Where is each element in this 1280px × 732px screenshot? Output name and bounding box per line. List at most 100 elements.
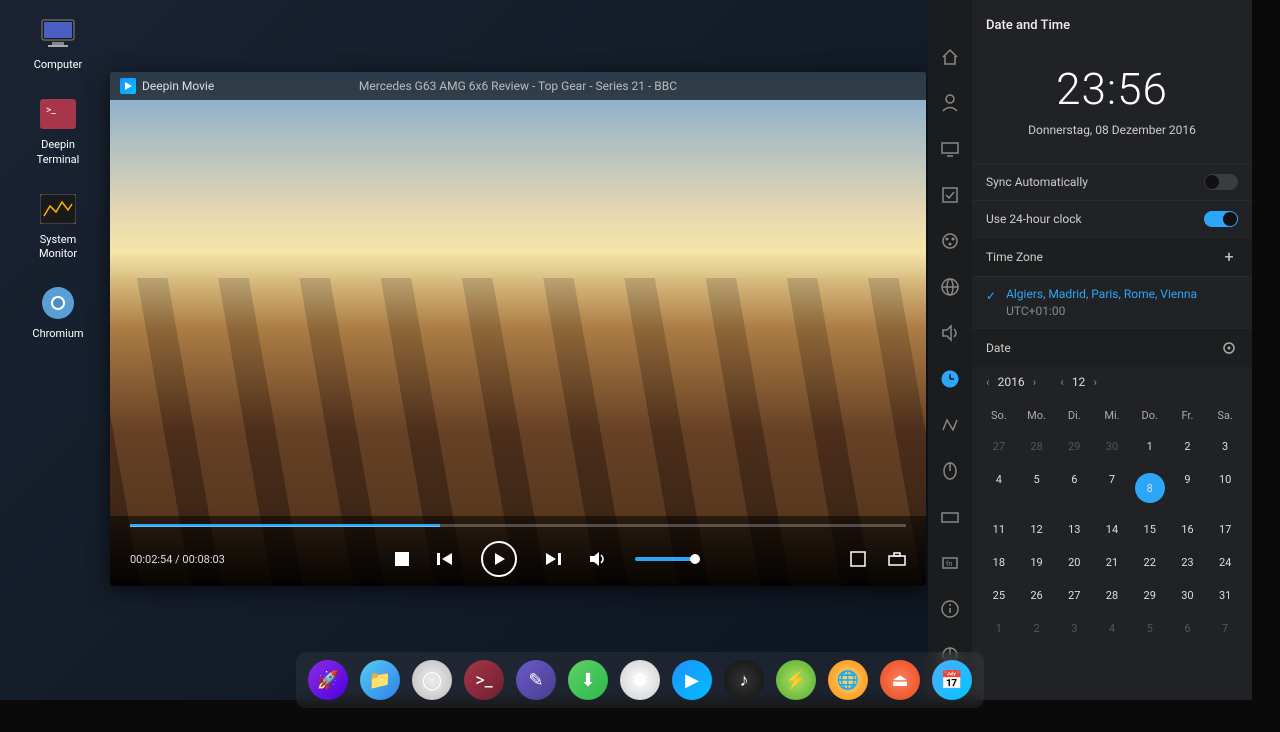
dock-item-launcher[interactable]: 🚀 [308, 660, 348, 700]
dock-item-screenshot[interactable]: ✎ [516, 660, 556, 700]
calendar-day[interactable]: 1 [980, 612, 1018, 645]
mouse-icon[interactable] [939, 460, 961, 482]
calendar-day[interactable]: 1 [1131, 430, 1169, 463]
dock-item-chromium[interactable]: ◯ [412, 660, 452, 700]
calendar-day[interactable]: 24 [1206, 546, 1244, 579]
dock-item-browser[interactable]: 🌐 [828, 660, 868, 700]
fullscreen-button[interactable] [850, 551, 866, 567]
calendar-day[interactable]: 18 [980, 546, 1018, 579]
calendar-day[interactable]: 3 [1206, 430, 1244, 463]
date-settings-button[interactable] [1220, 339, 1238, 357]
next-button[interactable] [545, 551, 561, 567]
calendar-day[interactable]: 4 [1093, 612, 1131, 645]
terminal-icon: >_ [36, 96, 80, 132]
calendar-day[interactable]: 19 [1018, 546, 1056, 579]
prev-button[interactable] [437, 551, 453, 567]
calendar-day[interactable]: 27 [980, 430, 1018, 463]
calendar-day[interactable]: 23 [1169, 546, 1207, 579]
home-icon[interactable] [939, 46, 961, 68]
check-icon: ✓ [986, 289, 996, 303]
dock-item-movie[interactable]: ▶ [672, 660, 712, 700]
year-prev-button[interactable]: ‹ [986, 375, 990, 389]
calendar-day[interactable]: 4 [980, 463, 1018, 513]
dock-item-eject[interactable]: ⏏ [880, 660, 920, 700]
sound-icon[interactable] [939, 322, 961, 344]
time-icon[interactable] [939, 368, 961, 390]
calendar-day[interactable]: 27 [1055, 579, 1093, 612]
shortcuts-icon[interactable]: fn [939, 552, 961, 574]
calendar-day[interactable]: 26 [1018, 579, 1056, 612]
calendar-day[interactable]: 7 [1093, 463, 1131, 513]
calendar-day[interactable]: 6 [1055, 463, 1093, 513]
dock-item-power[interactable]: ⚡ [776, 660, 816, 700]
dock-item-store[interactable]: ⬇ [568, 660, 608, 700]
calendar-day[interactable]: 3 [1055, 612, 1093, 645]
calendar-day[interactable]: 5 [1131, 612, 1169, 645]
clock24-toggle[interactable] [1204, 211, 1238, 227]
year-next-button[interactable]: › [1033, 375, 1037, 389]
calendar-day[interactable]: 2 [1169, 430, 1207, 463]
info-icon[interactable] [939, 598, 961, 620]
calendar-day[interactable]: 11 [980, 513, 1018, 546]
add-timezone-button[interactable]: + [1220, 248, 1238, 266]
dock-item-music[interactable]: ♪ [724, 660, 764, 700]
monitor-icon [36, 191, 80, 227]
calendar-day[interactable]: 7 [1206, 612, 1244, 645]
calendar-day[interactable]: 20 [1055, 546, 1093, 579]
network-icon[interactable] [939, 276, 961, 298]
desktop-icon-computer[interactable]: Computer [8, 8, 108, 80]
dock-item-control-center[interactable]: ⚙ [620, 660, 660, 700]
calendar-day[interactable]: 29 [1131, 579, 1169, 612]
month-next-button[interactable]: › [1093, 375, 1097, 389]
calendar-day[interactable]: 25 [980, 579, 1018, 612]
calendar-day[interactable]: 9 [1169, 463, 1207, 513]
wacom-icon[interactable] [939, 414, 961, 436]
calendar-day[interactable]: 6 [1169, 612, 1207, 645]
calendar-day[interactable]: 13 [1055, 513, 1093, 546]
calendar-day[interactable]: 5 [1018, 463, 1056, 513]
calendar-day[interactable]: 16 [1169, 513, 1207, 546]
toolbox-button[interactable] [888, 552, 906, 566]
video-titlebar[interactable]: Deepin Movie Mercedes G63 AMG 6x6 Review… [110, 72, 926, 100]
calendar-day[interactable]: 8 [1131, 463, 1169, 513]
panel-title: Date and Time [972, 0, 1252, 47]
volume-icon[interactable] [589, 551, 607, 567]
desktop-icon-label: System Monitor [39, 233, 77, 262]
calendar-day[interactable]: 2 [1018, 612, 1056, 645]
calendar-day[interactable]: 14 [1093, 513, 1131, 546]
volume-slider[interactable] [635, 557, 695, 561]
calendar-day[interactable]: 17 [1206, 513, 1244, 546]
calendar-day[interactable]: 28 [1018, 430, 1056, 463]
play-button[interactable] [481, 541, 517, 577]
personalization-icon[interactable] [939, 230, 961, 252]
defaults-icon[interactable] [939, 184, 961, 206]
date-header: Date [972, 328, 1252, 367]
sync-toggle[interactable] [1204, 174, 1238, 190]
timezone-item[interactable]: ✓ Algiers, Madrid, Paris, Rome, Vienna U… [972, 276, 1252, 328]
dock-item-files[interactable]: 📁 [360, 660, 400, 700]
calendar-day[interactable]: 30 [1093, 430, 1131, 463]
calendar-day[interactable]: 28 [1093, 579, 1131, 612]
desktop-icon-terminal[interactable]: >_ Deepin Terminal [8, 88, 108, 175]
month-prev-button[interactable]: ‹ [1060, 375, 1064, 389]
desktop-icon-chromium[interactable]: Chromium [8, 277, 108, 349]
calendar-day[interactable]: 21 [1093, 546, 1131, 579]
desktop-icon-system-monitor[interactable]: System Monitor [8, 183, 108, 270]
calendar-day[interactable]: 10 [1206, 463, 1244, 513]
duration-time: 00:08:03 [182, 553, 224, 566]
keyboard-icon[interactable] [939, 506, 961, 528]
stop-button[interactable] [395, 552, 409, 566]
dock-item-calendar[interactable]: 📅 [932, 660, 972, 700]
calendar-day[interactable]: 15 [1131, 513, 1169, 546]
calendar-day[interactable]: 31 [1206, 579, 1244, 612]
display-icon[interactable] [939, 138, 961, 160]
calendar-day[interactable]: 30 [1169, 579, 1207, 612]
dock-item-terminal[interactable]: >_ [464, 660, 504, 700]
progress-bar[interactable] [130, 524, 906, 527]
calendar-day[interactable]: 29 [1055, 430, 1093, 463]
user-icon[interactable] [939, 92, 961, 114]
elapsed-time: 00:02:54 [130, 553, 172, 566]
calendar-dow: Mo. [1018, 401, 1056, 430]
calendar-day[interactable]: 22 [1131, 546, 1169, 579]
calendar-day[interactable]: 12 [1018, 513, 1056, 546]
